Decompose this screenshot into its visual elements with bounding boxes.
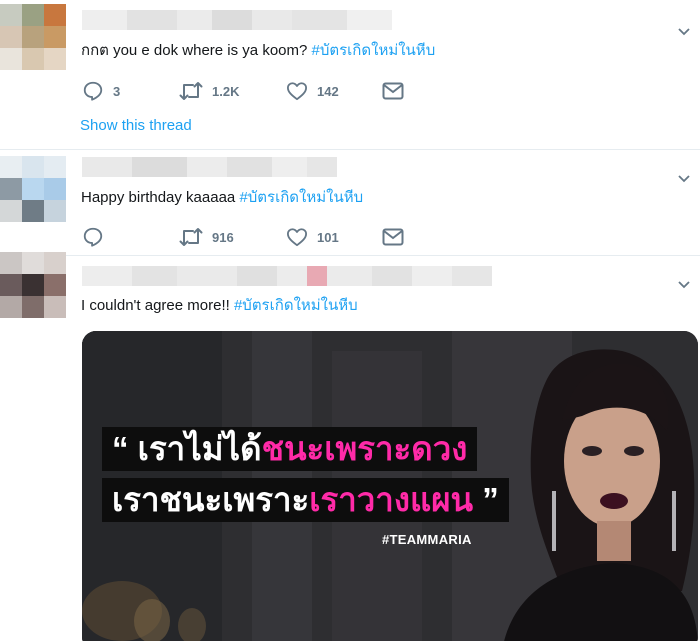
chevron-down-icon[interactable] xyxy=(676,23,692,39)
tweet[interactable]: กกต you e dok where is ya koom? #บัตรเกิ… xyxy=(0,0,700,150)
open-quote: “ xyxy=(112,430,129,467)
avatar[interactable] xyxy=(0,4,66,72)
hashtag-link[interactable]: #บัตรเกิดใหม่ในหีบ xyxy=(312,42,436,59)
reply-count: 3 xyxy=(113,83,121,99)
retweet-icon xyxy=(179,228,203,246)
tweet[interactable]: Happy birthday kaaaaa #บัตรเกิดใหม่ในหีบ… xyxy=(0,150,700,256)
avatar[interactable] xyxy=(0,156,66,236)
reply-button[interactable] xyxy=(82,225,179,249)
like-icon xyxy=(286,82,307,101)
tweet-text: Happy birthday kaaaaa #บัตรเกิดใหม่ในหีบ xyxy=(81,188,363,208)
tweet-actions: 3 1.2K 142 xyxy=(82,79,482,103)
like-button[interactable]: 101 xyxy=(286,225,382,249)
reply-button[interactable]: 3 xyxy=(82,79,179,103)
author-name-blurred[interactable] xyxy=(82,266,492,286)
direct-message-icon xyxy=(382,82,404,100)
tweet-actions: 916 101 xyxy=(82,225,482,249)
quote-line-1-white: เราไม่ได้ xyxy=(128,430,262,467)
tweet-text-body: กกต you e dok where is ya koom? xyxy=(81,42,312,59)
author-name-blurred[interactable] xyxy=(82,10,392,30)
team-maria-tag: #TEAMMARIA xyxy=(382,532,472,547)
author-name-blurred[interactable] xyxy=(82,157,337,177)
retweet-button[interactable]: 916 xyxy=(179,225,286,249)
close-quote: ” xyxy=(473,481,499,518)
like-count: 142 xyxy=(317,83,339,99)
reply-icon xyxy=(83,81,103,101)
like-icon xyxy=(286,228,307,247)
tweet-text: I couldn't agree more!! #บัตรเกิดใหม่ในห… xyxy=(81,296,358,316)
quote-line-2-white: เราชนะเพราะ xyxy=(112,481,310,518)
tweet-media-image[interactable]: “ เราไม่ได้ชนะเพราะดวง เราชนะเพราะเราวาง… xyxy=(82,331,698,641)
tweet-text: กกต you e dok where is ya koom? #บัตรเกิ… xyxy=(81,41,435,61)
like-button[interactable]: 142 xyxy=(286,79,382,103)
quote-line-1: “ เราไม่ได้ชนะเพราะดวง xyxy=(102,427,478,471)
avatar[interactable] xyxy=(0,252,66,340)
chevron-down-icon[interactable] xyxy=(676,276,692,292)
hashtag-link[interactable]: #บัตรเกิดใหม่ในหีบ xyxy=(239,189,363,206)
quote-line-1-pink: ชนะเพราะดวง xyxy=(261,430,468,467)
direct-message-icon xyxy=(382,228,404,246)
reply-icon xyxy=(83,227,103,247)
retweet-button[interactable]: 1.2K xyxy=(179,79,286,103)
retweet-count: 1.2K xyxy=(212,83,240,99)
direct-message-button[interactable] xyxy=(382,225,482,249)
retweet-count: 916 xyxy=(212,229,234,245)
like-count: 101 xyxy=(317,229,339,245)
retweet-icon xyxy=(179,82,203,100)
show-thread-link[interactable]: Show this thread xyxy=(80,117,192,134)
quote-line-2-pink: เราวางแผน xyxy=(309,481,474,518)
direct-message-button[interactable] xyxy=(382,79,482,103)
hashtag-link[interactable]: #บัตรเกิดใหม่ในหีบ xyxy=(234,297,358,314)
quote-line-2: เราชนะเพราะเราวางแผน ” xyxy=(102,478,509,522)
tweet-text-body: Happy birthday kaaaaa xyxy=(81,189,240,206)
tweet-text-body: I couldn't agree more!! xyxy=(81,297,234,314)
chevron-down-icon[interactable] xyxy=(676,170,692,186)
